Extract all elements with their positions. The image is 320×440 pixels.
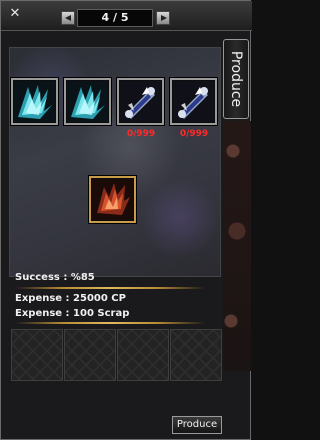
expense-cp: Expense : 25000 CP [15,293,126,304]
success-rate: Success : %85 [15,272,95,283]
material-slot-1[interactable] [11,329,63,381]
title-bar: ✕ 4 / 5 [1,1,252,31]
expense-scrap: Expense : 100 Scrap [15,308,130,319]
material-slot-3[interactable] [117,329,169,381]
page-indicator: 4 / 5 [77,9,153,27]
material-slots [11,329,222,381]
close-button[interactable]: ✕ [8,7,22,21]
side-ornament [223,121,251,371]
blue-feather-wing-icon [14,81,55,122]
ingredient-4-count: 0/999 [179,129,209,139]
crystal-scroll-icon [120,81,161,122]
crystal-scroll-icon [173,81,214,122]
produce-button[interactable]: Produce [172,416,222,434]
produce-tab-label: Produce [228,50,244,108]
produce-window: ✕ 4 / 5 Produce 0/999 0/999 Success: %8… [0,0,252,440]
ingredient-slot-4[interactable] [169,77,218,126]
gold-divider [15,322,205,324]
ingredient-slot-2[interactable] [63,77,112,126]
material-slot-4[interactable] [170,329,222,381]
ingredient-3-count: 0/999 [126,129,156,139]
prev-page-button[interactable] [61,11,75,25]
next-page-button[interactable] [156,11,170,25]
ingredient-slot-3[interactable] [116,77,165,126]
gold-divider [15,287,205,289]
red-phoenix-wing-icon [92,179,133,220]
result-slot[interactable] [88,175,137,224]
produce-tab[interactable]: Produce [223,39,249,119]
blue-feather-wing-icon [67,81,108,122]
material-slot-2[interactable] [64,329,116,381]
ingredient-slot-1[interactable] [10,77,59,126]
